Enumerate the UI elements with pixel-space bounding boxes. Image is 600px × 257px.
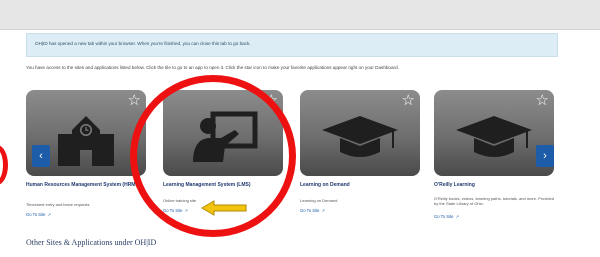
external-link-icon: ↗	[47, 212, 51, 217]
intro-text: You have access to the sites and applica…	[26, 65, 399, 70]
go-to-site-label: Go To Site	[300, 208, 320, 213]
external-link-icon: ↗	[184, 208, 188, 213]
carousel-next-button[interactable]: ›	[536, 145, 554, 167]
favorite-star-icon[interactable]: ☆	[536, 93, 549, 108]
app-description-learning-on-demand: Learning on Demand	[300, 198, 338, 203]
notice-text: OH|ID has opened a new tab within your b…	[35, 41, 251, 46]
app-title-hrms[interactable]: Human Resources Management System (HRMS)	[26, 182, 146, 189]
left-arrow-annotation-icon	[201, 200, 247, 216]
go-to-site-link-learning-on-demand[interactable]: Go To Site ↗	[300, 208, 325, 213]
go-to-site-link-oreilly[interactable]: Go To Site ↗	[434, 214, 459, 219]
carousel-prev-button[interactable]: ‹	[32, 145, 50, 167]
external-link-icon: ↗	[455, 214, 459, 219]
go-to-site-link-lms[interactable]: Go To Site ↗	[163, 208, 188, 213]
favorite-star-icon[interactable]: ☆	[402, 93, 415, 108]
highlight-circle-annotation-partial	[0, 145, 8, 185]
app-title-oreilly[interactable]: O'Reilly Learning	[434, 182, 556, 189]
app-description-oreilly: O'Reilly books, videos, learning paths, …	[434, 196, 554, 207]
go-to-site-label: Go To Site	[163, 208, 183, 213]
browser-top-strip	[0, 0, 600, 30]
other-sites-heading: Other Sites & Applications under OH|ID	[26, 238, 157, 247]
app-tile-lms[interactable]: ☆	[163, 90, 283, 176]
external-link-icon: ↗	[321, 208, 325, 213]
app-title-lms[interactable]: Learning Management System (LMS)	[163, 182, 283, 189]
favorite-star-icon[interactable]: ☆	[265, 93, 278, 108]
go-to-site-label: Go To Site	[434, 214, 454, 219]
app-description-hrms: Timesheet entry and leave requests	[26, 202, 90, 207]
app-tile-learning-on-demand[interactable]: ☆	[300, 90, 420, 176]
favorite-star-icon[interactable]: ☆	[128, 93, 141, 108]
new-tab-notice: OH|ID has opened a new tab within your b…	[26, 33, 558, 57]
go-to-site-link-hrms[interactable]: Go To Site ↗	[26, 212, 51, 217]
app-title-learning-on-demand[interactable]: Learning on Demand	[300, 182, 420, 189]
go-to-site-label: Go To Site	[26, 212, 46, 217]
